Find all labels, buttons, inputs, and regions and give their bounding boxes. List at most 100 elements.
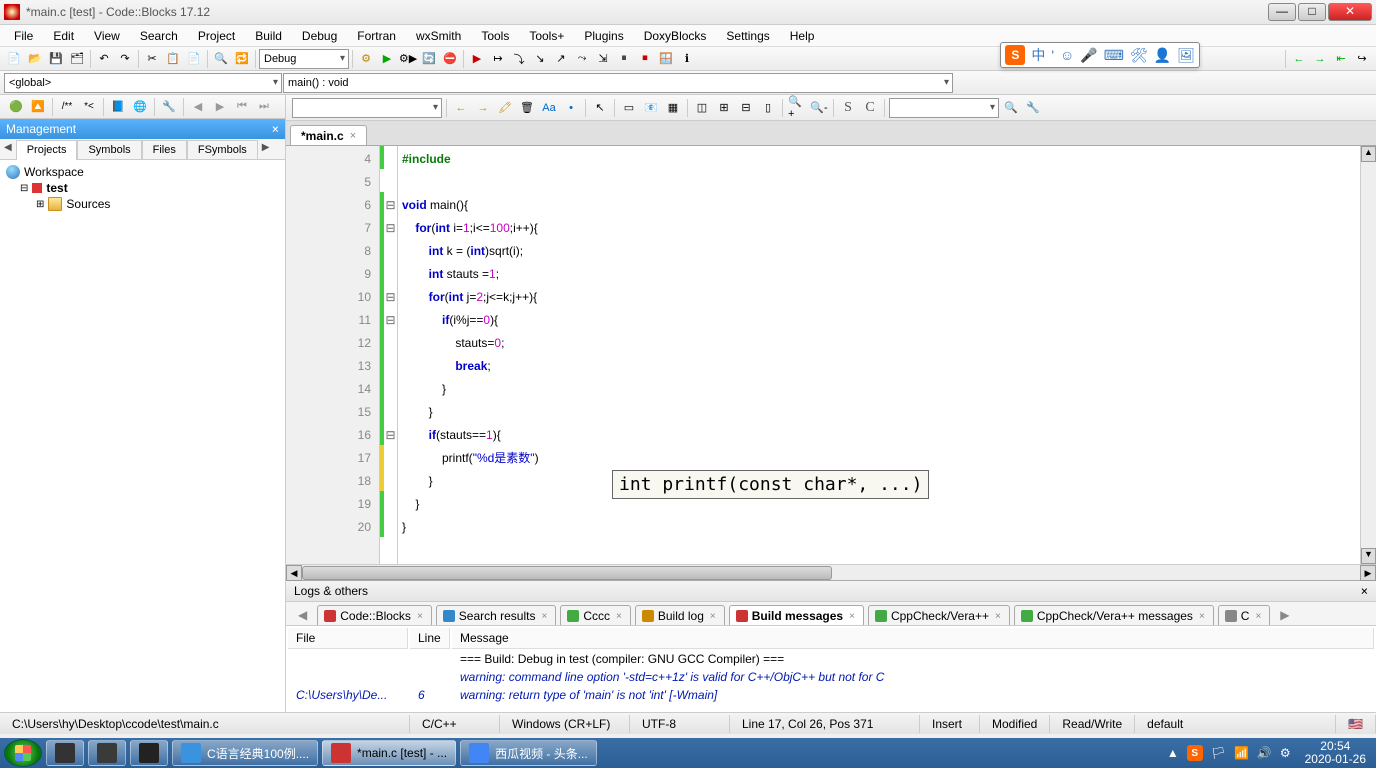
log-row[interactable]: C:\Users\hy\De... 6warning: return type … — [288, 687, 1374, 703]
new-file-icon[interactable]: 📄 — [4, 49, 24, 69]
debug-windows-icon[interactable]: 🪟 — [656, 49, 676, 69]
tray-action-icon[interactable]: 🏳 — [1211, 746, 1226, 760]
menu-settings[interactable]: Settings — [716, 26, 779, 46]
log-row[interactable]: warning: command line option '-std=c++1z… — [288, 669, 1374, 685]
menu-plugins[interactable]: Plugins — [574, 26, 633, 46]
taskbar-item[interactable] — [130, 740, 168, 766]
build-icon[interactable]: ⚙ — [356, 49, 376, 69]
editor-tab-mainc[interactable]: *main.c × — [290, 125, 367, 145]
scroll-down-icon[interactable]: ▼ — [1361, 548, 1376, 564]
ime-logo-icon[interactable]: S — [1005, 45, 1025, 65]
zoom-in-icon[interactable]: 🔍+ — [787, 98, 807, 118]
search-combo[interactable] — [292, 98, 442, 118]
nav-last-icon[interactable]: ⇤ — [1331, 49, 1351, 69]
next-icon[interactable]: ▶ — [210, 97, 230, 117]
logs-scroll-left-icon[interactable]: ◀ — [292, 606, 313, 624]
tab-files[interactable]: Files — [142, 140, 187, 160]
run-to-icon[interactable]: 🟢 — [6, 97, 26, 117]
find-proc-icon[interactable]: 🔍 — [1001, 98, 1021, 118]
maximize-button[interactable]: □ — [1298, 3, 1326, 21]
stop-debugger-icon[interactable]: ⏹ — [635, 49, 655, 69]
break-debugger-icon[interactable]: ⏸ — [614, 49, 634, 69]
start-button[interactable] — [4, 739, 42, 767]
zoom-out-icon[interactable]: 🔍- — [809, 98, 829, 118]
ime-face-icon[interactable]: ☺ — [1060, 47, 1074, 63]
tab-fsymbols[interactable]: FSymbols — [187, 140, 258, 160]
tray-net-icon[interactable]: 📶 — [1234, 746, 1249, 760]
c-icon[interactable]: C — [860, 98, 880, 118]
log-row[interactable]: === Build: Debug in test (compiler: GNU … — [288, 651, 1374, 667]
dot-icon[interactable]: • — [561, 98, 581, 118]
tree-workspace[interactable]: Workspace — [4, 164, 281, 180]
taskbar-item[interactable]: 西瓜视频 - 头条... — [460, 740, 597, 766]
editor-hscrollbar[interactable]: ◀ ▶ — [286, 564, 1376, 580]
step-into-instr-icon[interactable]: ⇲ — [593, 49, 613, 69]
layout4-icon[interactable]: ▯ — [758, 98, 778, 118]
ime-skin-icon[interactable]: 🖼 — [1177, 47, 1195, 64]
menu-fortran[interactable]: Fortran — [347, 26, 406, 46]
panel2-icon[interactable]: 📧 — [641, 98, 661, 118]
comment-block-icon[interactable]: /** — [57, 97, 77, 117]
step-into-icon[interactable]: ↘ — [530, 49, 550, 69]
log-tab-6[interactable]: CppCheck/Vera++ messages× — [1014, 605, 1214, 625]
cut-icon[interactable]: ✂ — [142, 49, 162, 69]
highlight-icon[interactable]: 🖍 — [495, 98, 515, 118]
run-to-cursor-icon[interactable]: ↦ — [488, 49, 508, 69]
open-icon[interactable]: 📂 — [25, 49, 45, 69]
menu-wxsmith[interactable]: wxSmith — [406, 26, 471, 46]
log-tab-0[interactable]: Code::Blocks× — [317, 605, 432, 625]
prev-mark-icon[interactable]: ← — [451, 98, 471, 118]
scroll-right-icon[interactable]: ▶ — [1360, 565, 1376, 581]
build-target-combo[interactable]: Debug — [259, 49, 349, 69]
copy-icon[interactable]: 📋 — [163, 49, 183, 69]
fold-column[interactable]: ⊟⊟⊟⊟⊟ — [384, 146, 398, 564]
ime-mic-icon[interactable]: 🎤 — [1080, 47, 1097, 64]
settings-icon[interactable]: 🔧 — [1023, 98, 1043, 118]
comment-line-icon[interactable]: *< — [79, 97, 99, 117]
last-icon[interactable]: ⏮ — [232, 97, 252, 117]
system-tray[interactable]: ▲ S 🏳 📶 🔊 ⚙ 20:54 2020-01-26 — [1167, 740, 1372, 766]
arrow-icon[interactable]: ↖ — [590, 98, 610, 118]
log-tab-7[interactable]: C× — [1218, 605, 1271, 625]
col-line[interactable]: Line — [410, 628, 450, 649]
nav-jump-icon[interactable]: ↪ — [1352, 49, 1372, 69]
ime-zhong-icon[interactable]: 中 — [1031, 45, 1045, 65]
code-content[interactable]: #include void main(){ for(int i=1;i<=100… — [398, 146, 1376, 564]
layout2-icon[interactable]: ⊞ — [714, 98, 734, 118]
next-instr-icon[interactable]: ⤳ — [572, 49, 592, 69]
tabs-scroll-left-icon[interactable]: ◀ — [0, 139, 16, 159]
scope-func-combo[interactable]: main() : void — [283, 73, 953, 93]
ime-panel[interactable]: S 中 ' ☺ 🎤 ⌨ 🛠 👤 🖼 — [1000, 42, 1200, 68]
logs-scroll-right-icon[interactable]: ▶ — [1274, 606, 1295, 624]
tray-arrow-icon[interactable]: ▲ — [1167, 746, 1179, 760]
save-icon[interactable]: 💾 — [46, 49, 66, 69]
menu-debug[interactable]: Debug — [292, 26, 347, 46]
ime-keyboard-icon[interactable]: ⌨ — [1104, 47, 1124, 64]
panel1-icon[interactable]: ▭ — [619, 98, 639, 118]
logs-body[interactable]: File Line Message === Build: Debug in te… — [286, 626, 1376, 712]
menu-tools[interactable]: Tools — [471, 26, 519, 46]
panel3-icon[interactable]: ▦ — [663, 98, 683, 118]
code-editor[interactable]: 4567891011121314151617181920 ⊟⊟⊟⊟⊟ #incl… — [286, 145, 1376, 564]
tree-expand-icon[interactable]: ⊟ — [20, 183, 28, 194]
layout3-icon[interactable]: ⊟ — [736, 98, 756, 118]
tab-projects[interactable]: Projects — [16, 140, 78, 160]
tree-sources[interactable]: ⊞ Sources — [4, 196, 281, 212]
nav-fwd-green-icon[interactable]: → — [1310, 49, 1330, 69]
menu-build[interactable]: Build — [245, 26, 292, 46]
run-icon[interactable]: ▶ — [377, 49, 397, 69]
info-icon[interactable]: ℹ — [677, 49, 697, 69]
build-run-icon[interactable]: ⚙▶ — [398, 49, 418, 69]
log-tab-3[interactable]: Build log× — [635, 605, 725, 625]
log-tab-5[interactable]: CppCheck/Vera++× — [868, 605, 1010, 625]
find-icon[interactable]: 🔍 — [211, 49, 231, 69]
select-target-icon[interactable]: 🔼 — [28, 97, 48, 117]
step-out-icon[interactable]: ↗ — [551, 49, 571, 69]
extract-doc-icon[interactable]: 📘 — [108, 97, 128, 117]
fortran-combo[interactable] — [889, 98, 999, 118]
log-tab-1[interactable]: Search results× — [436, 605, 557, 625]
menu-search[interactable]: Search — [130, 26, 188, 46]
tree-expand-icon[interactable]: ⊞ — [36, 199, 44, 210]
taskbar-item[interactable]: C语言经典100例.... — [172, 740, 318, 766]
ime-punct-icon[interactable]: ' — [1051, 47, 1054, 63]
